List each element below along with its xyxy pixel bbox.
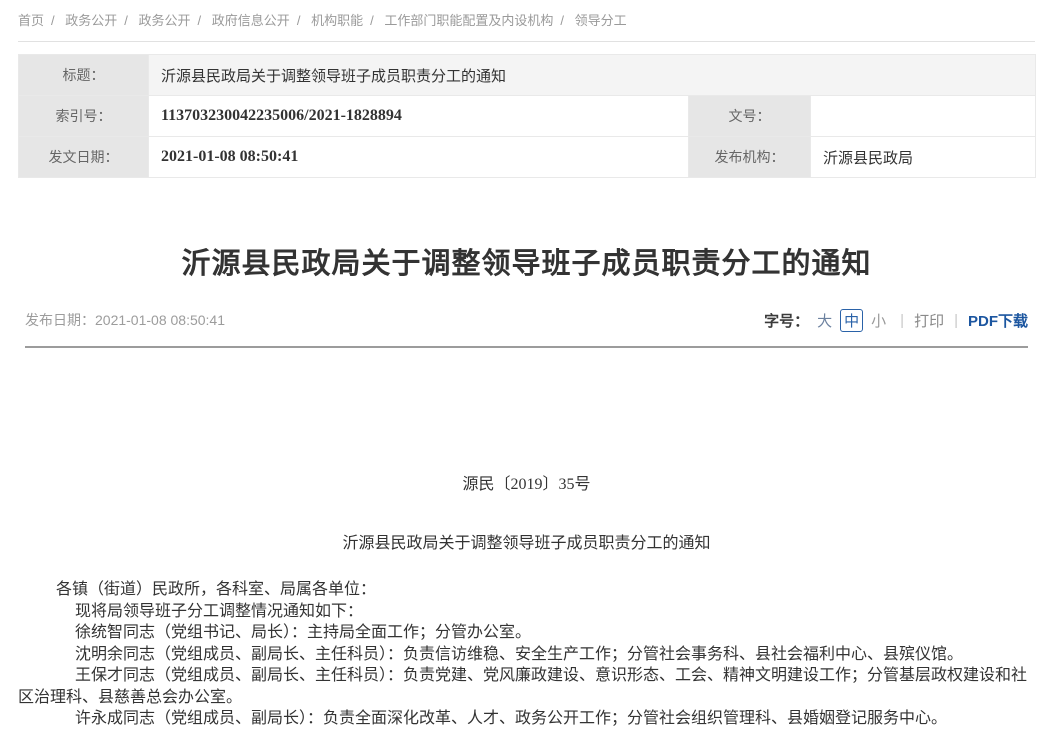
meta-publisher-value: 沂源县民政局 <box>811 137 1036 178</box>
breadcrumb-link[interactable]: 政务公开 <box>139 13 191 28</box>
font-size-large-button[interactable]: 大 <box>817 310 832 331</box>
article-meta-row: 发布日期：2021-01-08 08:50:41 字号： 大 中 小 | 打印 … <box>25 308 1028 332</box>
breadcrumb-link[interactable]: 政务公开 <box>65 13 117 28</box>
article-paragraph: 沈明余同志（党组成员、副局长、主任科员）：负责信访维稳、安全生产工作；分管社会事… <box>18 644 1035 666</box>
document-meta-table: 标题： 沂源县民政局关于调整领导班子成员职责分工的通知 索引号： 1137032… <box>18 54 1036 178</box>
publish-date-value: 2021-01-08 08:50:41 <box>95 312 225 328</box>
breadcrumb-separator: / <box>297 13 301 28</box>
toolbar-separator: | <box>954 312 958 329</box>
breadcrumb-separator: / <box>198 13 202 28</box>
breadcrumb-separator: / <box>370 13 374 28</box>
article-paragraph: 许永成同志（党组成员、副局长）：负责全面深化改革、人才、政务公开工作；分管社会组… <box>18 708 1035 730</box>
publish-date-label: 发布日期： <box>25 312 95 328</box>
publish-date: 发布日期：2021-01-08 08:50:41 <box>25 310 225 330</box>
breadcrumb-link[interactable]: 机构职能 <box>311 13 363 28</box>
meta-title-label: 标题： <box>19 55 149 96</box>
article-paragraph: 徐统智同志（党组书记、局长）：主持局全面工作；分管办公室。 <box>18 622 1035 644</box>
meta-issuedate-value: 2021-01-08 08:50:41 <box>149 137 689 178</box>
font-size-small-button[interactable]: 小 <box>871 310 886 331</box>
breadcrumb-link[interactable]: 首页 <box>18 13 44 28</box>
doc-reference-number: 源民〔2019〕35号 <box>18 474 1035 496</box>
meta-issuedate-label: 发文日期： <box>19 137 149 178</box>
page-title: 沂源县民政局关于调整领导班子成员职责分工的通知 <box>20 240 1033 282</box>
breadcrumb-link[interactable]: 领导分工 <box>575 13 627 28</box>
article-body: 源民〔2019〕35号 沂源县民政局关于调整领导班子成员职责分工的通知 各镇（街… <box>18 474 1035 730</box>
breadcrumb-link[interactable]: 政府信息公开 <box>212 13 290 28</box>
breadcrumb-separator: / <box>124 13 128 28</box>
meta-title-value: 沂源县民政局关于调整领导班子成员职责分工的通知 <box>149 55 1036 96</box>
breadcrumb-divider <box>18 41 1035 42</box>
font-size-label: 字号： <box>764 310 809 331</box>
pdf-download-button[interactable]: PDF下载 <box>968 310 1028 331</box>
meta-publisher-label: 发布机构： <box>689 137 811 178</box>
breadcrumb-link[interactable]: 工作部门职能配置及内设机构 <box>384 13 553 28</box>
article-paragraph: 现将局领导班子分工调整情况通知如下： <box>18 601 1035 623</box>
print-button[interactable]: 打印 <box>914 310 944 331</box>
article-toolbar: 字号： 大 中 小 | 打印 | PDF下载 <box>764 309 1028 332</box>
article-paragraph: 王保才同志（党组成员、副局长、主任科员）：负责党建、党风廉政建设、意识形态、工会… <box>18 665 1035 708</box>
header-divider <box>25 346 1028 348</box>
breadcrumb: 首页 / 政务公开 / 政务公开 / 政府信息公开 / 机构职能 / 工作部门职能配置及内… <box>0 0 1053 36</box>
article-paragraph: 各镇（街道）民政所，各科室、局属各单位： <box>18 579 1035 601</box>
doc-inner-title: 沂源县民政局关于调整领导班子成员职责分工的通知 <box>18 533 1035 555</box>
toolbar-separator: | <box>900 312 904 329</box>
doc-paragraphs: 各镇（街道）民政所，各科室、局属各单位： 现将局领导班子分工调整情况通知如下： … <box>18 579 1035 730</box>
meta-index-value: 113703230042235006/2021-1828894 <box>149 96 689 137</box>
meta-docnumber-value <box>811 96 1036 137</box>
breadcrumb-separator: / <box>560 13 564 28</box>
meta-docnumber-label: 文号： <box>689 96 811 137</box>
breadcrumb-separator: / <box>51 13 55 28</box>
meta-index-label: 索引号： <box>19 96 149 137</box>
font-size-medium-button[interactable]: 中 <box>840 309 863 332</box>
